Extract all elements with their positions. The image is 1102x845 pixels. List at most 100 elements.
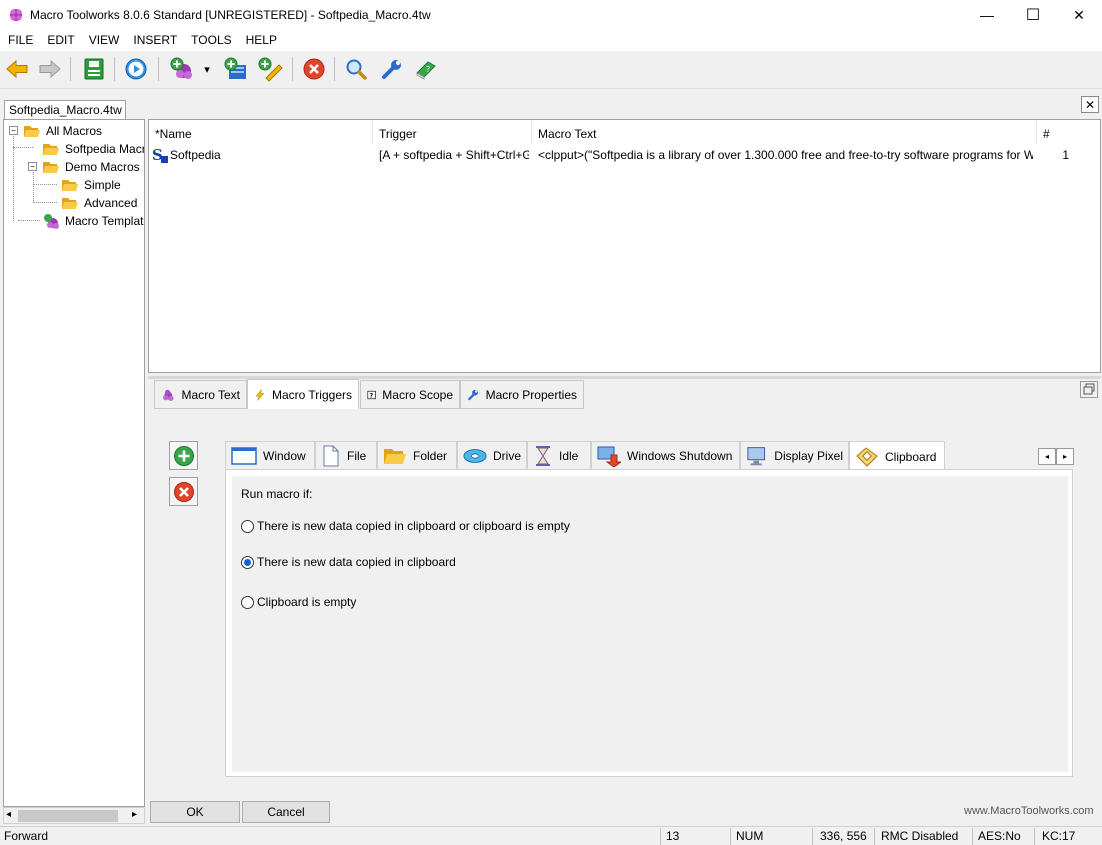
cancel-button[interactable]: Cancel	[242, 801, 330, 823]
macro-trigger: [A + softpedia + Shift+Ctrl+G ...	[379, 148, 529, 162]
tab-macro-scope[interactable]: ? Macro Scope	[360, 380, 460, 409]
maximize-button[interactable]: ☐	[1010, 0, 1056, 30]
delete-icon	[303, 58, 325, 80]
delete-button[interactable]	[300, 55, 328, 83]
tree-item-label: Macro Templates	[65, 214, 144, 228]
tab-folder[interactable]: Folder	[377, 441, 457, 470]
play-button[interactable]	[122, 55, 150, 83]
tab-display-pixel[interactable]: Display Pixel	[740, 441, 849, 470]
window-title: Macro Toolworks 8.0.6 Standard [UNREGIST…	[30, 8, 431, 22]
add-macro-dropdown[interactable]: ▾	[200, 55, 214, 83]
column-header-count[interactable]: #	[1037, 120, 1101, 144]
tab-window[interactable]: Window	[225, 441, 315, 470]
brand-url[interactable]: www.MacroToolworks.com	[964, 805, 1094, 817]
edit-macro-icon	[258, 57, 283, 82]
macro-text: <clpput>("Softpedia is a library of over…	[538, 148, 1033, 162]
scroll-left-icon[interactable]: ◂	[6, 809, 11, 820]
status-count: 13	[666, 829, 680, 843]
tab-clipboard[interactable]: Clipboard	[849, 441, 945, 471]
clipboard-trigger-panel: Run macro if: There is new data copied i…	[225, 469, 1073, 777]
restore-icon	[1083, 383, 1095, 395]
app-logo-icon	[10, 9, 22, 21]
save-button[interactable]	[80, 55, 108, 83]
folder-open-icon	[62, 198, 78, 209]
column-header-trigger[interactable]: Trigger	[373, 120, 532, 144]
radio-circle[interactable]	[241, 595, 254, 609]
table-row[interactable]: S Softpedia	[152, 145, 372, 165]
column-header-name[interactable]: *Name	[149, 120, 373, 144]
add-folder-button[interactable]	[222, 55, 250, 83]
folder-open-icon	[24, 126, 40, 137]
tree-line	[33, 202, 57, 203]
minimize-button[interactable]: —	[964, 0, 1010, 30]
tab-macro-triggers[interactable]: Macro Triggers	[247, 379, 359, 409]
search-button[interactable]	[342, 55, 370, 83]
folder-icon	[384, 448, 406, 464]
add-macro-icon	[170, 57, 192, 79]
tree-item-macro-templates[interactable]: Macro Templates	[42, 212, 144, 230]
tab-idle[interactable]: Idle	[527, 441, 591, 470]
tree-item-label: Softpedia Macros	[63, 142, 144, 156]
tab-label: Folder	[413, 448, 448, 463]
menu-edit[interactable]: EDIT	[39, 30, 80, 51]
tree-expander[interactable]: −	[9, 126, 18, 135]
clipboard-options-area: Run macro if: There is new data copied i…	[232, 476, 1068, 772]
tab-windows-shutdown[interactable]: Windows Shutdown	[591, 441, 740, 470]
tree-item-demo-macros[interactable]: Demo Macros	[42, 158, 142, 176]
tree-item-all-macros[interactable]: All Macros	[23, 122, 104, 140]
menu-file[interactable]: FILE	[0, 30, 39, 51]
scrollbar-thumb[interactable]	[18, 810, 118, 822]
back-button[interactable]	[3, 55, 31, 83]
scroll-right-icon[interactable]: ▸	[132, 809, 137, 820]
radio-new-data[interactable]: There is new data copied in clipboard	[241, 555, 456, 569]
tree-item-advanced[interactable]: Advanced	[61, 194, 139, 212]
menu-help[interactable]: HELP	[238, 30, 283, 51]
tabs-scroll-right[interactable]: ▸	[1056, 448, 1074, 465]
status-separator	[730, 828, 731, 845]
radio-label: There is new data copied in clipboard	[257, 555, 456, 569]
help-button[interactable]: ?	[412, 55, 440, 83]
status-separator	[874, 828, 875, 845]
save-icon	[84, 58, 104, 80]
radio-circle[interactable]	[241, 555, 254, 569]
scroll-left-icon: ◂	[1044, 452, 1049, 461]
menu-view[interactable]: VIEW	[81, 30, 126, 51]
trigger-type-tabs: Window File Folder Drive Idle Windows Sh…	[225, 441, 1073, 471]
close-window-button[interactable]: ✕	[1056, 0, 1102, 30]
panel-restore-button[interactable]	[1080, 381, 1098, 398]
remove-trigger-button[interactable]	[169, 477, 198, 506]
menu-insert[interactable]: INSERT	[125, 30, 183, 51]
settings-button[interactable]	[378, 55, 406, 83]
radio-new-data-or-empty[interactable]: There is new data copied in clipboard or…	[241, 519, 570, 533]
tab-drive[interactable]: Drive	[457, 441, 527, 470]
menu-tools[interactable]: TOOLS	[183, 30, 237, 51]
forward-button[interactable]	[36, 55, 64, 83]
settings-wrench-icon	[382, 60, 401, 79]
tree-item-softpedia-macros[interactable]: Softpedia Macros	[42, 140, 144, 158]
radio-clipboard-empty[interactable]: Clipboard is empty	[241, 595, 356, 609]
tabs-scroll-left[interactable]: ◂	[1038, 448, 1056, 465]
tab-macro-text[interactable]: Macro Text	[154, 380, 247, 409]
tab-macro-properties[interactable]: Macro Properties	[460, 380, 584, 409]
tree-item-simple[interactable]: Simple	[61, 176, 123, 194]
column-header-macro-text[interactable]: Macro Text	[532, 120, 1037, 144]
tree-expander[interactable]: −	[28, 162, 37, 171]
document-tab[interactable]: Softpedia_Macro.4tw	[4, 100, 126, 119]
radio-circle[interactable]	[241, 519, 254, 533]
tab-file[interactable]: File	[315, 441, 377, 470]
edit-macro-button[interactable]	[256, 55, 284, 83]
add-trigger-button[interactable]	[169, 441, 198, 470]
macro-name: Softpedia	[170, 148, 221, 162]
display-icon	[747, 446, 766, 465]
tab-label: Clipboard	[885, 449, 937, 464]
ok-button[interactable]: OK	[150, 801, 240, 823]
clipboard-icon	[856, 446, 878, 467]
close-document-button[interactable]: ✕	[1081, 96, 1099, 113]
title-bar: Macro Toolworks 8.0.6 Standard [UNREGIST…	[0, 0, 1102, 30]
file-icon	[323, 445, 339, 466]
maximize-icon: ☐	[1025, 7, 1041, 24]
add-macro-button[interactable]	[168, 55, 196, 83]
tab-label: File	[347, 448, 367, 463]
tree-horizontal-scrollbar[interactable]: ◂ ▸	[3, 807, 145, 824]
status-coordinates: 336, 556	[820, 829, 867, 843]
